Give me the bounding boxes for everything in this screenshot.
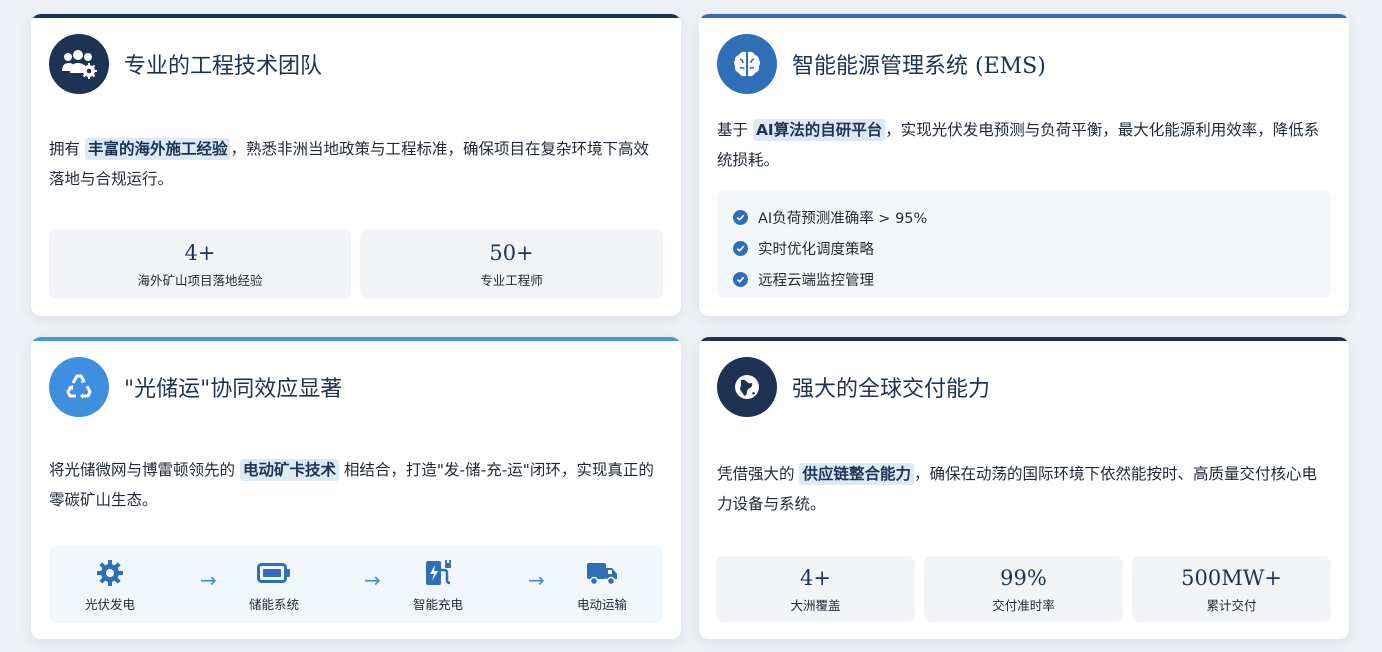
card-description: 将光储微网与博雷顿领先的 电动矿卡技术 相结合，打造"发-储-充-运"闭环，实现… [49,455,663,515]
card-description: 基于 AI算法的自研平台 ，实现光伏发电预测与负荷平衡，最大化能源利用效率，降低系… [717,115,1331,175]
battery-icon [257,558,291,588]
feature-item: AI负荷预测准确率 > 95% [733,202,1315,233]
card-top-border [699,337,1349,341]
desc-text: 拥有 [49,140,85,158]
stat-label: 专业工程师 [480,272,543,288]
feature-item: 实时优化调度策略 [733,233,1315,264]
feature-list: AI负荷预测准确率 > 95% 实时优化调度策略 远程云端监控管理 [717,190,1331,298]
brain-icon [717,34,777,94]
card-header: "光储运"协同效应显著 [49,357,342,417]
stat-label: 累计交付 [1206,597,1257,613]
team-gear-icon [49,34,109,94]
delivery-card: 强大的全球交付能力 凭借强大的 供应链整合能力 ，确保在动荡的国际环境下依然能按时… [699,337,1349,639]
flow-label: 智能充电 [412,597,463,612]
flow-label: 光伏发电 [84,597,135,612]
stats-row: 4+ 海外矿山项目落地经验 50+ 专业工程师 [49,229,663,299]
truck-icon [586,558,618,588]
ems-card: 智能能源管理系统 (EMS) 基于 AI算法的自研平台 ，实现光伏发电预测与负荷平… [699,14,1349,316]
stat-number: 4+ [184,240,216,265]
check-circle-icon [733,272,748,287]
feature-label: AI负荷预测准确率 > 95% [758,211,928,227]
desc-highlight: 丰富的海外施工经验 [84,138,231,160]
desc-highlight: AI算法的自研平台 [752,119,886,141]
card-top-border [699,14,1349,18]
stat-box: 4+ 海外矿山项目落地经验 [49,229,351,299]
stat-number: 500MW+ [1181,565,1282,590]
card-header: 专业的工程技术团队 [49,34,322,94]
card-title: "光储运"协同效应显著 [124,377,343,402]
flow-step: 光伏发电 [65,558,155,613]
stat-box: 4+ 大洲覆盖 [716,556,915,622]
feature-label: 远程云端监控管理 [758,273,874,289]
desc-text: 基于 [717,121,753,139]
card-top-border [31,337,681,341]
team-card: 专业的工程技术团队 拥有 丰富的海外施工经验 ，熟悉非洲当地政策与工程标准，确保项… [31,14,681,316]
flow-step: 智能充电 [393,558,483,613]
arrow-right-icon: → [200,568,217,592]
solar-gear-icon [95,558,125,588]
charging-station-icon [423,558,453,588]
desc-highlight: 供应链整合能力 [799,463,914,485]
stat-box: 99% 交付准时率 [924,556,1123,622]
flow-label: 储能系统 [248,597,299,612]
check-circle-icon [733,210,748,225]
feature-item: 远程云端监控管理 [733,264,1315,295]
arrow-right-icon: → [364,568,381,592]
stat-label: 大洲覆盖 [790,597,841,613]
card-description: 凭借强大的 供应链整合能力 ，确保在动荡的国际环境下依然能按时、高质量交付核心电力… [717,459,1331,519]
card-title: 智能能源管理系统 (EMS) [792,54,1046,79]
stat-number: 50+ [489,240,534,265]
card-header: 智能能源管理系统 (EMS) [717,34,1046,94]
card-title: 专业的工程技术团队 [124,54,323,79]
stat-label: 海外矿山项目落地经验 [137,272,263,288]
desc-text: 凭借强大的 [717,465,800,483]
energy-flow: 光伏发电 → 储能系统 → 智能充电 → 电动运输 [49,546,663,623]
check-circle-icon [733,241,748,256]
card-header: 强大的全球交付能力 [717,357,990,417]
stat-number: 99% [1000,565,1047,590]
card-top-border [31,14,681,18]
stat-number: 4+ [800,565,831,590]
stat-label: 交付准时率 [992,597,1055,613]
flow-step: 电动运输 [557,558,647,613]
flow-label: 电动运输 [576,597,627,612]
arrow-right-icon: → [528,568,545,592]
flow-step: 储能系统 [229,558,319,613]
stat-box: 50+ 专业工程师 [360,229,663,299]
recycle-icon [49,357,109,417]
synergy-card: "光储运"协同效应显著 将光储微网与博雷顿领先的 电动矿卡技术 相结合，打造"发… [31,337,681,639]
card-description: 拥有 丰富的海外施工经验 ，熟悉非洲当地政策与工程标准，确保项目在复杂环境下高效落… [49,134,663,194]
card-title: 强大的全球交付能力 [792,377,991,402]
globe-icon [717,357,777,417]
feature-label: 实时优化调度策略 [758,242,874,258]
stats-row: 4+ 大洲覆盖 99% 交付准时率 500MW+ 累计交付 [716,556,1331,622]
desc-text: 将光储微网与博雷顿领先的 [49,461,240,479]
desc-highlight: 电动矿卡技术 [239,459,339,481]
stat-box: 500MW+ 累计交付 [1132,556,1331,622]
